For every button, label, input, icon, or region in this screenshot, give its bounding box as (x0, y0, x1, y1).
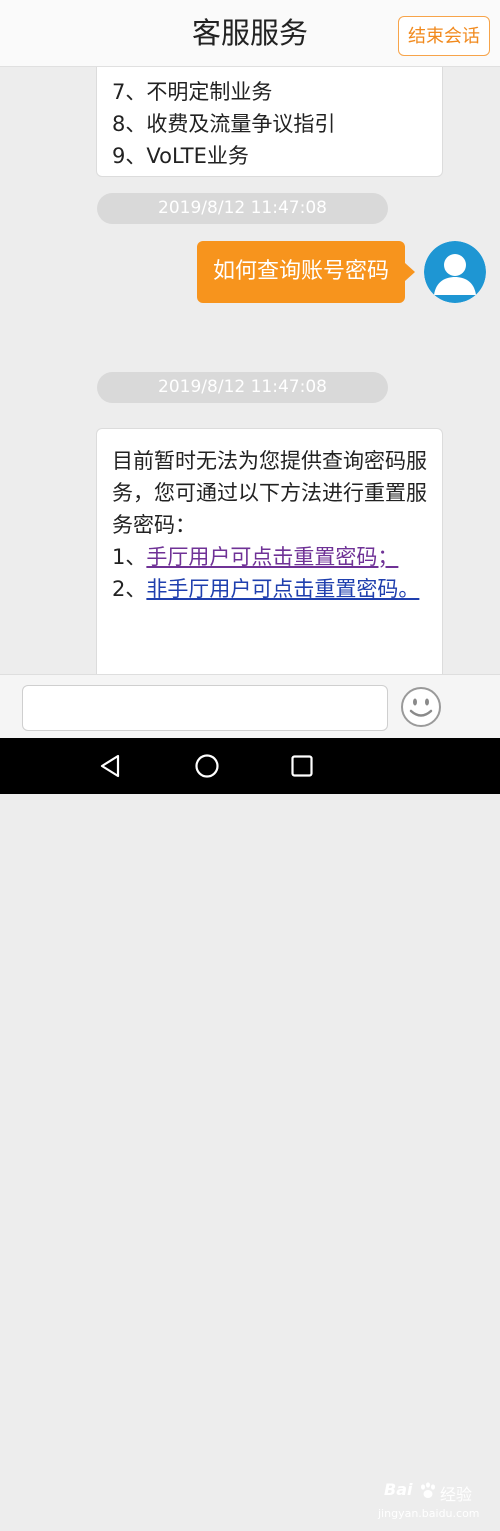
menu-item: 7、不明定制业务 (112, 80, 273, 104)
watermark-suffix: 经验 (440, 1485, 473, 1504)
recent-apps-button[interactable] (288, 752, 316, 780)
recent-square-icon (291, 755, 313, 777)
user-avatar-icon (424, 241, 486, 303)
service-reply-bubble: 目前暂时无法为您提供查询密码服务，您可通过以下方法进行重置服务密码： 1、手厅用… (96, 428, 443, 674)
watermark-url: jingyan.baidu.com (378, 1507, 480, 1520)
user-avatar[interactable] (424, 241, 486, 303)
reply-text: 目前暂时无法为您提供查询密码服务，您可通过以下方法进行重置服务密码： (112, 449, 427, 537)
header-bar: 客服服务 结束会话 (0, 0, 500, 67)
reset-password-line-1: 1、手厅用户可点击重置密码； (112, 541, 428, 573)
paw-icon (421, 1482, 435, 1498)
reset-password-link-app-users[interactable]: 手厅用户可点击重置密码； (146, 545, 398, 569)
reset-password-link-non-app-users[interactable]: 非手厅用户可点击重置密码。 (146, 577, 419, 601)
back-button[interactable] (96, 752, 124, 780)
message-input-bar (0, 674, 500, 738)
list-number: 1、 (112, 545, 147, 569)
list-number: 2、 (112, 577, 147, 601)
menu-item: 9、VoLTE业务 (112, 144, 249, 168)
back-triangle-icon (100, 754, 120, 778)
user-message-bubble: 如何查询账号密码 (197, 241, 415, 303)
service-menu-bubble: 7、不明定制业务 8、收费及流量争议指引 9、VoLTE业务 (96, 67, 443, 177)
chat-area[interactable]: 7、不明定制业务 8、收费及流量争议指引 9、VoLTE业务 2019/8/12… (0, 67, 500, 674)
end-session-button[interactable]: 结束会话 (398, 16, 490, 56)
system-nav-bar: Bai 经验 jingyan.baidu.com (0, 738, 500, 1520)
home-button[interactable] (193, 752, 221, 780)
message-timestamp: 2019/8/12 11:47:08 (97, 372, 388, 403)
message-timestamp: 2019/8/12 11:47:08 (97, 193, 388, 224)
reset-password-line-2: 2、非手厅用户可点击重置密码。 (112, 573, 428, 605)
menu-item: 8、收费及流量争议指引 (112, 112, 336, 136)
home-circle-icon (195, 754, 219, 778)
message-input[interactable] (22, 685, 388, 731)
baidu-jingyan-watermark: Bai 经验 jingyan.baidu.com (372, 1475, 496, 1531)
emoji-button[interactable] (400, 686, 442, 728)
watermark-logo-text: Bai (384, 1480, 413, 1499)
smiley-face-icon (401, 687, 441, 727)
